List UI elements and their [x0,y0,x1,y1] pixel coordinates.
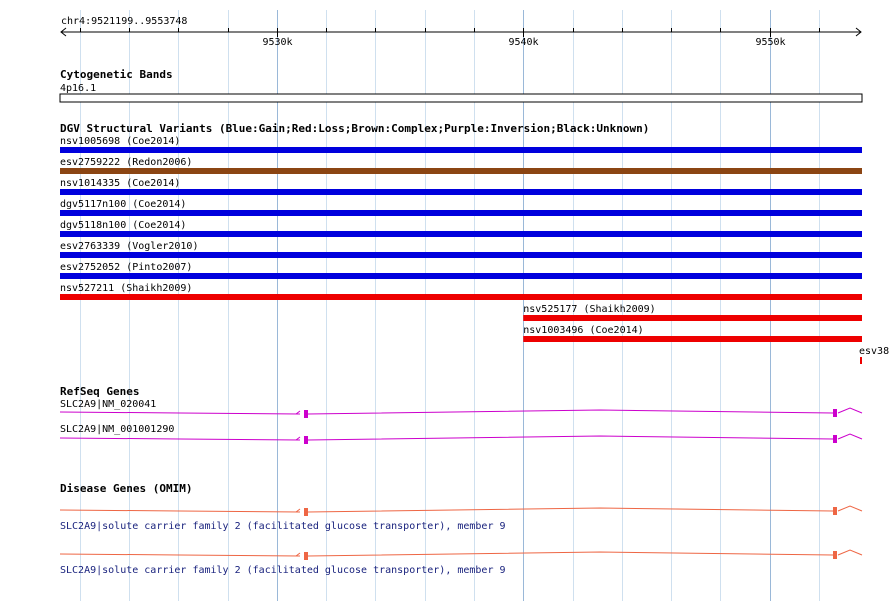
refseq-label-1: SLC2A9|NM_020041 [60,399,156,410]
intron-line [307,409,834,415]
exon-block[interactable] [833,435,837,443]
intron-line [307,507,834,513]
dgv-item-bar[interactable] [60,231,862,237]
intron-line [307,551,834,557]
dgv-item-bar[interactable] [60,189,862,195]
cytoband-label: 4p16.1 [60,83,96,94]
intron-line [837,407,863,414]
track-canvas[interactable]: chr4:9521199..9553748 9530k 9540k 9550k Cy… [0,0,890,601]
refseq-track-title: RefSeq Genes [60,385,139,398]
genome-browser-view[interactable]: chr4:9521199..9553748 9530k 9540k 9550k Cy… [0,0,890,601]
dgv-item-bar[interactable] [60,168,862,174]
intron-line [837,505,863,512]
intron-line [59,411,301,415]
cytoband-track: Cytogenetic Bands 4p16.1 [59,68,863,103]
intron-line [837,433,863,440]
dgv-item-bar[interactable] [860,357,862,364]
refseq-track: RefSeq Genes SLC2A9|NM_020041 SLC2A9|NM_… [59,385,863,444]
intron-line [837,549,863,556]
dgv-item-label: nsv1003496 (Coe2014) [523,325,643,336]
omim-track: Disease Genes (OMIM) SLC2A9|solute carri… [59,482,863,576]
dgv-item-label: nsv1014335 (Coe2014) [60,178,180,189]
omim-gene-glyphs[interactable] [59,505,863,560]
omim-label-2[interactable]: SLC2A9|solute carrier family 2 (facilita… [60,565,506,576]
dgv-item-bar[interactable] [523,336,862,342]
refseq-label-2: SLC2A9|NM_001001290 [60,424,174,435]
intron-line [59,553,301,557]
intron-line [307,435,834,441]
cytoband-bar[interactable] [59,93,863,103]
dgv-item-label: nsv525177 (Shaikh2009) [523,304,655,315]
ruler-ticks: 9530k 9540k 9550k [80,28,820,48]
omim-label-1[interactable]: SLC2A9|solute carrier family 2 (facilita… [60,521,506,532]
dgv-item-label: esv38 [859,346,889,357]
exon-block[interactable] [304,508,308,516]
dgv-item-bar[interactable] [60,273,862,279]
dgv-track-title: DGV Structural Variants (Blue:Gain;Red:L… [60,122,649,135]
dgv-item-label: esv2752052 (Pinto2007) [60,262,192,273]
dgv-item-label: esv2759222 (Redon2006) [60,157,192,168]
dgv-item-bar[interactable] [60,147,862,153]
exon-block[interactable] [833,409,837,417]
exon-block[interactable] [304,436,308,444]
intron-line [59,437,301,441]
dgv-item-label: dgv5118n100 (Coe2014) [60,220,186,231]
cytoband-track-title: Cytogenetic Bands [60,68,173,81]
dgv-item-bar[interactable] [523,315,862,321]
ruler[interactable]: chr4:9521199..9553748 9530k 9540k 9550k [60,16,862,48]
ruler-tick-label: 9530k [262,37,292,48]
ruler-tick-label: 9540k [508,37,538,48]
exon-block[interactable] [304,410,308,418]
dgv-item-label: esv2763339 (Vogler2010) [60,241,198,252]
omim-track-title: Disease Genes (OMIM) [60,482,192,495]
refseq-gene-glyphs[interactable] [59,407,863,444]
exon-block[interactable] [304,552,308,560]
dgv-item-bar[interactable] [60,210,862,216]
dgv-item-label: dgv5117n100 (Coe2014) [60,199,186,210]
ruler-tick-label: 9550k [755,37,785,48]
intron-line [59,509,301,513]
exon-block[interactable] [833,507,837,515]
exon-block[interactable] [833,551,837,559]
dgv-item-label: nsv527211 (Shaikh2009) [60,283,192,294]
ruler-range-label: chr4:9521199..9553748 [61,16,187,27]
dgv-item-bar[interactable] [60,294,862,300]
dgv-item-bar[interactable] [60,252,862,258]
dgv-item-label: nsv1005698 (Coe2014) [60,136,180,147]
